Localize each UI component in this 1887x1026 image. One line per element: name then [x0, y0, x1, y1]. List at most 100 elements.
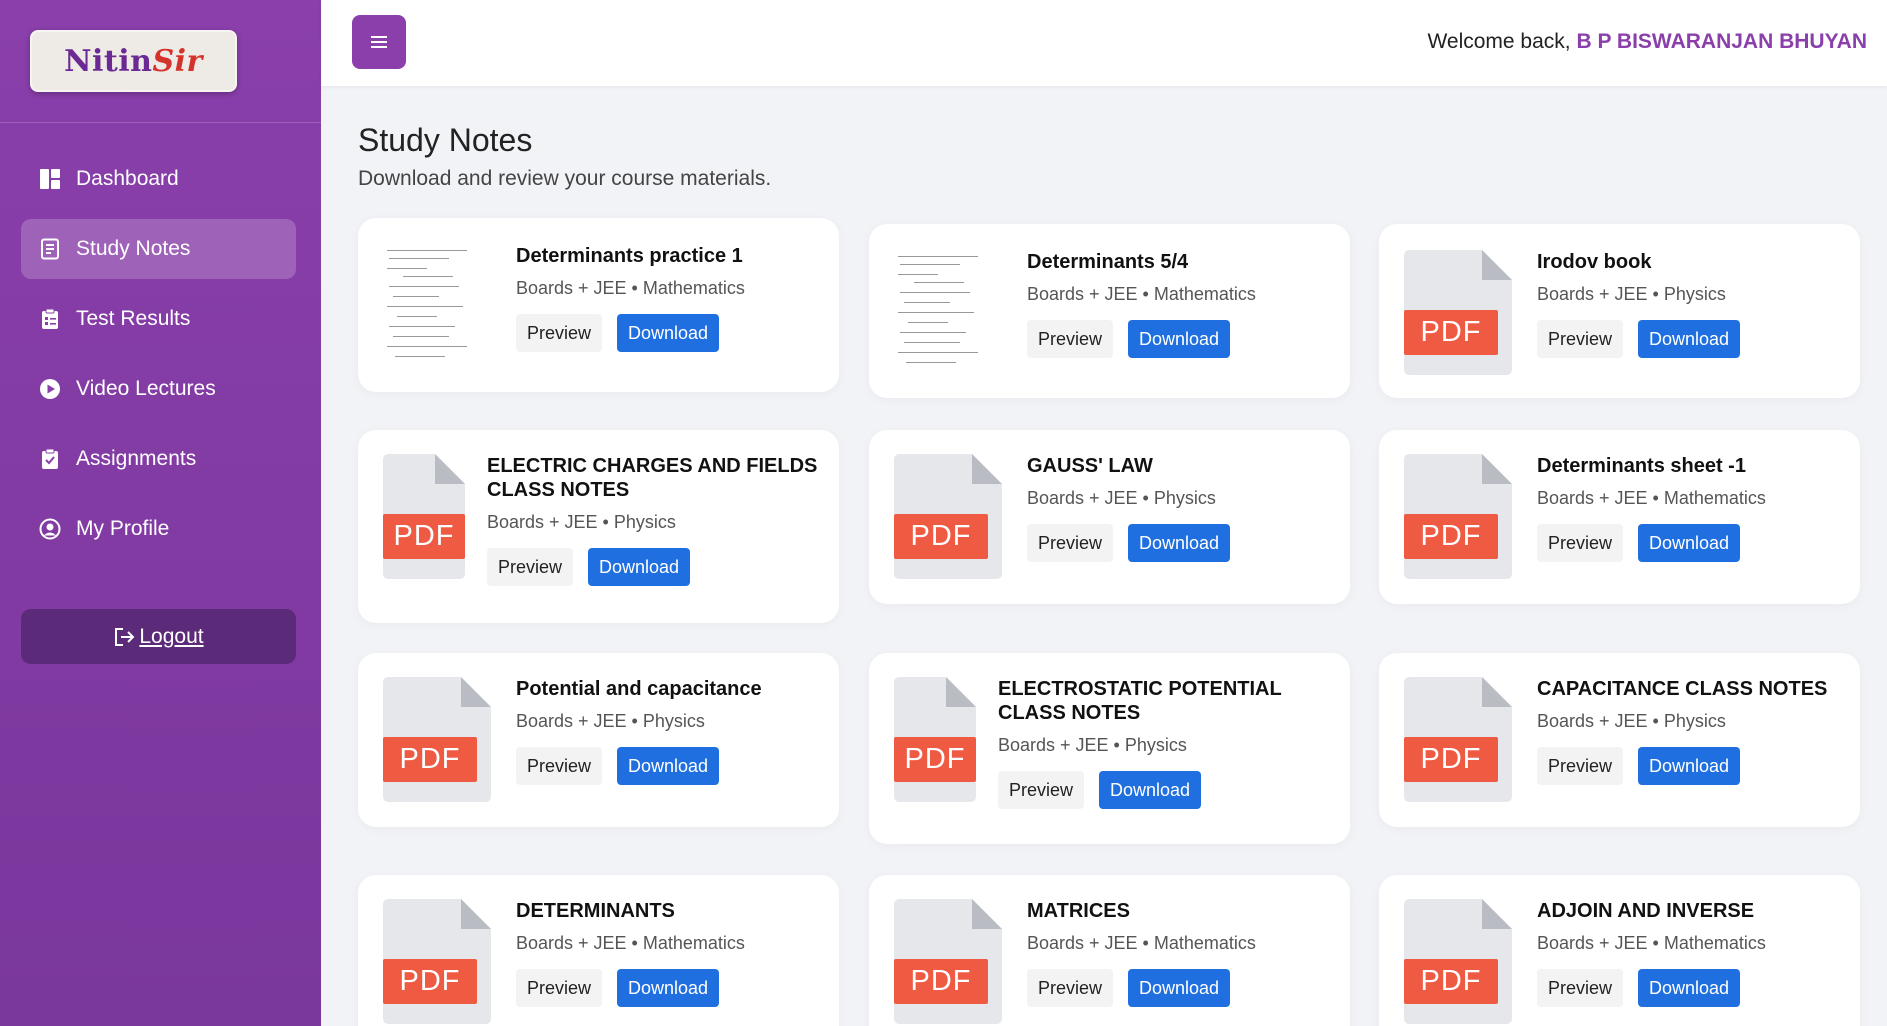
brand-logo[interactable]: NitinSir	[30, 30, 237, 92]
preview-button[interactable]: Preview	[1537, 747, 1624, 785]
note-title: CAPACITANCE CLASS NOTES	[1537, 678, 1828, 700]
profile-icon	[39, 518, 61, 540]
note-card-determinants: PDF DETERMINANTS Boards + JEE • Mathematic…	[358, 875, 839, 1026]
preview-button[interactable]: Preview	[516, 969, 603, 1007]
note-title: ADJOIN AND INVERSE	[1537, 900, 1755, 922]
sidebar-item-label: Video Lectures	[76, 377, 216, 400]
pdf-label: PDF	[894, 737, 976, 782]
note-card-capacitance-class-notes: PDF CAPACITANCE CLASS NOTES Boards + JEE •…	[1379, 653, 1860, 827]
note-card-adjoin-and-inverse: PDF ADJOIN AND INVERSE Boards + JEE • Math…	[1379, 875, 1860, 1026]
note-title: DETERMINANTS	[516, 900, 675, 922]
download-button[interactable]: Download	[588, 548, 691, 586]
sidebar-nav: Dashboard Study Notes Test Results Video…	[21, 149, 296, 569]
preview-button[interactable]: Preview	[1027, 524, 1114, 562]
menu-toggle-button[interactable]	[352, 15, 406, 69]
note-title: ELECTROSTATIC POTENTIAL CLASS NOTES	[998, 678, 1282, 724]
document-preview-thumbnail	[383, 244, 491, 369]
preview-button[interactable]: Preview	[516, 314, 603, 352]
pdf-file-icon: PDF	[894, 454, 1002, 579]
preview-button[interactable]: Preview	[516, 747, 603, 785]
logout-label: Logout	[139, 624, 204, 648]
document-line	[906, 362, 956, 363]
document-line	[898, 312, 974, 313]
note-meta: Boards + JEE • Mathematics	[1027, 284, 1256, 304]
download-button[interactable]: Download	[1128, 969, 1231, 1007]
download-button[interactable]: Download	[1128, 524, 1231, 562]
sidebar-item-my-profile[interactable]: My Profile	[21, 499, 296, 559]
download-button[interactable]: Download	[617, 747, 720, 785]
note-card-gauss-law: PDF GAUSS' LAW Boards + JEE • Physics Previ…	[869, 430, 1350, 604]
sidebar-item-study-notes[interactable]: Study Notes	[21, 219, 296, 279]
document-line	[387, 346, 467, 347]
top-bar: Welcome back, B P BISWARANJAN BHUYAN	[321, 0, 1887, 86]
document-line	[403, 276, 453, 277]
preview-button[interactable]: Preview	[1027, 969, 1114, 1007]
sidebar-item-label: Assignments	[76, 447, 197, 470]
document-preview-thumbnail	[894, 250, 1002, 375]
note-title: MATRICES	[1027, 900, 1130, 922]
download-button[interactable]: Download	[617, 969, 720, 1007]
download-button[interactable]: Download	[1099, 771, 1202, 809]
download-button[interactable]: Download	[1128, 320, 1231, 358]
note-meta: Boards + JEE • Physics	[1537, 284, 1726, 304]
preview-button[interactable]: Preview	[1027, 320, 1114, 358]
document-line	[900, 292, 970, 293]
document-line	[395, 356, 445, 357]
welcome-message: Welcome back, B P BISWARANJAN BHUYAN	[1427, 30, 1867, 54]
document-line	[389, 258, 449, 259]
sidebar-item-assignments[interactable]: Assignments	[21, 429, 296, 489]
download-button[interactable]: Download	[1638, 969, 1741, 1007]
dashboard-icon	[39, 168, 61, 190]
document-line	[389, 326, 455, 327]
document-line	[387, 250, 467, 251]
document-line	[900, 332, 966, 333]
hamburger-icon	[371, 36, 387, 48]
note-title: ELECTRIC CHARGES AND FIELDS CLASS NOTES	[487, 455, 818, 501]
preview-button[interactable]: Preview	[998, 771, 1085, 809]
download-button[interactable]: Download	[1638, 320, 1741, 358]
note-title: Determinants 5/4	[1027, 251, 1189, 273]
download-button[interactable]: Download	[617, 314, 720, 352]
sidebar: NitinSir Dashboard Study Notes Test Resu…	[0, 0, 321, 1026]
preview-button[interactable]: Preview	[1537, 969, 1624, 1007]
notes-icon	[39, 238, 61, 260]
document-line	[904, 302, 950, 303]
sidebar-item-label: Test Results	[76, 307, 191, 330]
pdf-file-icon: PDF	[1404, 677, 1512, 802]
logo-area: NitinSir	[0, 0, 321, 123]
document-line	[387, 268, 427, 269]
note-title: GAUSS' LAW	[1027, 455, 1153, 477]
page-subtitle: Download and review your course material…	[358, 167, 772, 190]
document-line	[900, 264, 960, 265]
logout-button[interactable]: Logout	[21, 609, 296, 664]
note-card-potential-and-capacitance: PDF Potential and capacitance Boards + JEE…	[358, 653, 839, 827]
preview-button[interactable]: Preview	[487, 548, 574, 586]
document-line	[898, 352, 978, 353]
note-meta: Boards + JEE • Physics	[998, 735, 1187, 755]
sidebar-item-dashboard[interactable]: Dashboard	[21, 149, 296, 209]
document-line	[389, 286, 459, 287]
download-button[interactable]: Download	[1638, 747, 1741, 785]
note-card-electrostatic-potential-class-notes: PDF ELECTROSTATIC POTENTIAL CLASS NOTES Bo…	[869, 653, 1350, 844]
document-line	[898, 274, 938, 275]
pdf-file-icon: PDF	[1404, 250, 1512, 375]
note-meta: Boards + JEE • Mathematics	[516, 278, 745, 298]
note-meta: Boards + JEE • Physics	[1027, 488, 1216, 508]
sidebar-item-test-results[interactable]: Test Results	[21, 289, 296, 349]
note-meta: Boards + JEE • Physics	[487, 512, 676, 532]
note-meta: Boards + JEE • Physics	[1537, 711, 1726, 731]
welcome-text: Welcome back,	[1427, 30, 1577, 53]
page-title: Study Notes	[358, 122, 533, 158]
pdf-label: PDF	[1404, 514, 1498, 559]
pdf-label: PDF	[1404, 737, 1498, 782]
preview-button[interactable]: Preview	[1537, 320, 1624, 358]
pdf-label: PDF	[383, 959, 477, 1004]
download-button[interactable]: Download	[1638, 524, 1741, 562]
document-line	[908, 322, 948, 323]
pdf-file-icon: PDF	[383, 899, 491, 1024]
note-meta: Boards + JEE • Mathematics	[516, 933, 745, 953]
sidebar-item-video-lectures[interactable]: Video Lectures	[21, 359, 296, 419]
note-title: Determinants practice 1	[516, 245, 743, 267]
preview-button[interactable]: Preview	[1537, 524, 1624, 562]
pdf-label: PDF	[894, 959, 988, 1004]
